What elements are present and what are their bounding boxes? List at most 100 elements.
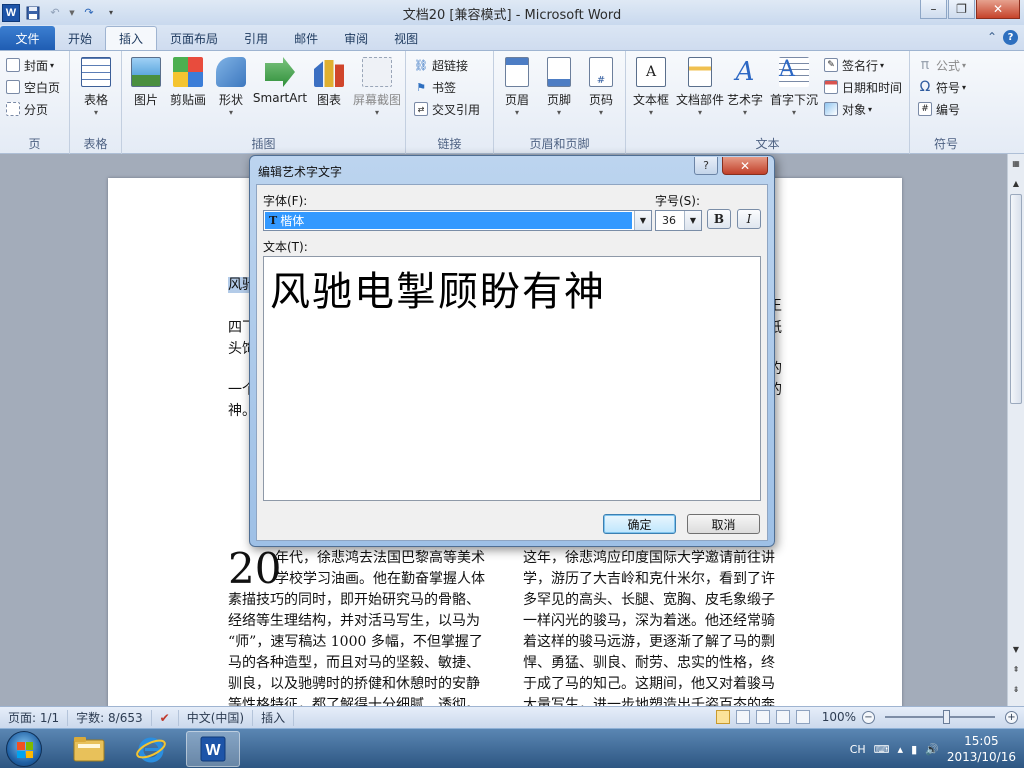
network-icon[interactable]: ▮ [911, 743, 917, 756]
drop-cap-button[interactable]: A 首字下沉 ▾ [768, 57, 820, 118]
ok-button[interactable]: 确定 [603, 514, 676, 534]
cross-reference-button[interactable]: ⇄ 交叉引用 [414, 99, 480, 119]
screenshot-button[interactable]: 屏幕截图 ▾ [350, 57, 404, 118]
previous-page-icon[interactable]: ⇞ [1008, 662, 1024, 677]
tab-mailings[interactable]: 邮件 [281, 26, 331, 50]
redo-icon[interactable]: ↷ [80, 4, 98, 22]
object-button[interactable]: 对象 ▾ [824, 99, 872, 119]
restore-button[interactable]: ❐ [948, 0, 975, 19]
taskbar-explorer[interactable] [62, 731, 116, 767]
tab-insert[interactable]: 插入 [105, 26, 158, 50]
italic-button[interactable]: I [737, 209, 761, 229]
ribbon-help-area: ⌃ ? [987, 30, 1018, 45]
group-label-illustrations: 插图 [251, 137, 276, 151]
chevron-down-icon[interactable]: ▼ [634, 211, 651, 230]
taskbar-internet-explorer[interactable] [124, 731, 178, 767]
chevron-down-icon: ▾ [598, 108, 603, 117]
customize-qat-icon[interactable]: ▾ [102, 4, 120, 22]
scroll-down-icon[interactable]: ▼ [1008, 642, 1024, 657]
zoom-level[interactable]: 100% [822, 710, 856, 724]
footer-button[interactable]: 页脚 ▾ [536, 57, 582, 118]
clip-art-button[interactable]: 剪贴画 [165, 57, 211, 108]
status-page[interactable]: 页面: 1/1 [0, 709, 69, 726]
scroll-thumb[interactable] [1010, 194, 1022, 404]
page-number-button[interactable]: # 页码 ▾ [578, 57, 624, 118]
chevron-down-icon: ▾ [962, 82, 967, 92]
start-button[interactable] [6, 731, 42, 767]
outline-view-icon[interactable] [775, 710, 790, 724]
clock-date: 2013/10/16 [946, 750, 1016, 764]
status-words[interactable]: 字数: 8/653 [68, 709, 152, 726]
equation-button[interactable]: π 公式 ▾ [918, 55, 966, 75]
table-button[interactable]: 表格 ▾ [73, 57, 119, 118]
tab-home[interactable]: 开始 [55, 26, 105, 50]
zoom-out-icon[interactable]: − [862, 710, 875, 724]
tab-view[interactable]: 视图 [381, 26, 431, 50]
blank-page-button[interactable]: 空白页 [6, 77, 60, 97]
zoom-slider[interactable] [885, 710, 995, 724]
font-select[interactable]: T 楷体 ▼ [263, 210, 652, 231]
wordart-button[interactable]: A 艺术字 ▾ [722, 57, 768, 118]
volume-icon[interactable]: 🔊 [925, 743, 939, 756]
help-icon[interactable]: ? [1003, 30, 1018, 45]
tab-review[interactable]: 审阅 [331, 26, 381, 50]
input-language[interactable]: CH [850, 743, 866, 756]
clock[interactable]: 15:05 2013/10/16 [947, 733, 1016, 765]
collapse-ribbon-icon[interactable]: ⌃ [987, 30, 997, 45]
symbol-button[interactable]: Ω 符号 ▾ [918, 77, 966, 97]
status-mode[interactable]: 插入 [253, 709, 295, 726]
tab-references[interactable]: 引用 [231, 26, 281, 50]
minimize-button[interactable]: – [920, 0, 947, 19]
signature-line-button[interactable]: ✎ 签名行 ▾ [824, 55, 884, 75]
tray-expand-icon[interactable]: ▴ [898, 743, 904, 756]
vertical-scrollbar[interactable]: ▦ ▲ ▼ ⇞ ⇟ [1007, 154, 1024, 706]
bold-button[interactable]: B [707, 209, 731, 229]
undo-icon[interactable]: ↶ [46, 4, 64, 22]
chevron-down-icon[interactable]: ▼ [684, 211, 701, 230]
cancel-button[interactable]: 取消 [687, 514, 760, 534]
picture-button[interactable]: 图片 [123, 57, 169, 108]
dialog-help-button[interactable]: ? [694, 157, 718, 175]
undo-dropdown-icon[interactable]: ▼ [68, 4, 76, 22]
group-label-tables: 表格 [83, 137, 108, 151]
tab-page-layout[interactable]: 页面布局 [157, 26, 231, 50]
full-screen-reading-icon[interactable] [735, 710, 750, 724]
group-illustrations: 图片 剪贴画 形状 ▾ SmartArt 图表 屏幕截图 ▾ 插图 [122, 51, 406, 154]
close-button[interactable]: ✕ [976, 0, 1020, 19]
proofing-icon[interactable]: ✔ [152, 709, 179, 726]
scroll-up-icon[interactable]: ▲ [1008, 176, 1024, 191]
date-time-button[interactable]: 日期和时间 [824, 77, 902, 97]
numbering-button[interactable]: # 编号 [918, 99, 960, 119]
chevron-down-icon: ▾ [228, 108, 233, 117]
bookmark-button[interactable]: ⚑ 书签 [414, 77, 456, 97]
smartart-button[interactable]: SmartArt [253, 57, 307, 105]
page-break-button[interactable]: 分页 [6, 99, 48, 119]
dialog-close-button[interactable]: ✕ [722, 157, 768, 175]
hyperlink-button[interactable]: ⛓ 超链接 [414, 55, 468, 75]
taskbar-word[interactable]: W [186, 731, 240, 767]
next-page-icon[interactable]: ⇟ [1008, 682, 1024, 697]
status-language[interactable]: 中文(中国) [179, 709, 254, 726]
draft-view-icon[interactable] [795, 710, 810, 724]
print-layout-view-icon[interactable] [715, 710, 730, 724]
shapes-button[interactable]: 形状 ▾ [208, 57, 254, 118]
wordart-text-input[interactable]: 风驰电掣顾盼有神 [263, 256, 761, 501]
chevron-down-icon: ▾ [742, 108, 747, 117]
tab-file[interactable]: 文件 [0, 26, 55, 50]
cover-page-button[interactable]: 封面 ▾ [6, 55, 54, 75]
header-button[interactable]: 页眉 ▾ [494, 57, 540, 118]
keyboard-icon[interactable]: ⌨ [874, 743, 890, 756]
text-box-button[interactable]: A 文本框 ▾ [628, 57, 674, 118]
save-icon[interactable] [24, 4, 42, 22]
word-app-icon[interactable]: W [2, 3, 20, 22]
size-select[interactable]: 36 ▼ [655, 210, 702, 231]
zoom-in-icon[interactable]: + [1005, 710, 1018, 724]
col1-line: 经络等生理结构，并对活马写生，以马为 [228, 613, 480, 629]
clip-art-icon [173, 57, 203, 87]
quick-parts-button[interactable]: 文档部件 ▾ [674, 57, 726, 118]
web-layout-icon[interactable] [755, 710, 770, 724]
blank-page-icon [6, 80, 20, 94]
chart-button[interactable]: 图表 [306, 57, 352, 108]
zoom-slider-knob[interactable] [943, 710, 950, 724]
ruler-toggle-icon[interactable]: ▦ [1008, 156, 1024, 171]
